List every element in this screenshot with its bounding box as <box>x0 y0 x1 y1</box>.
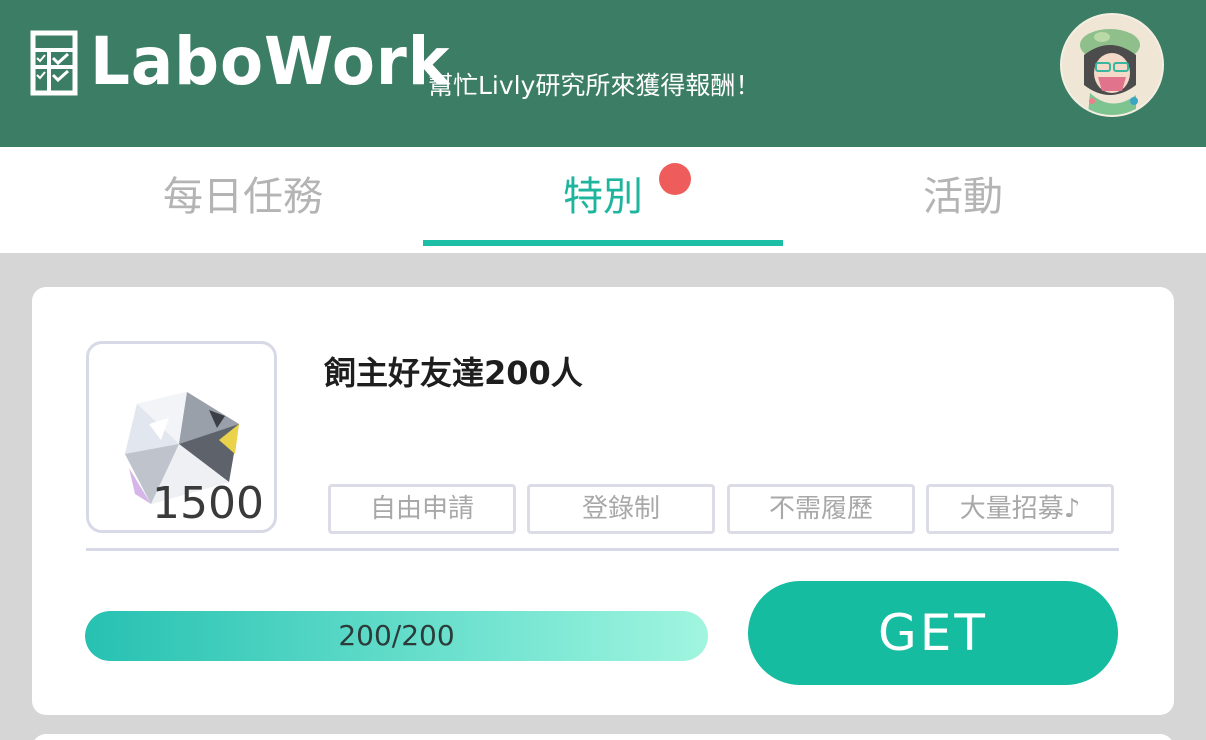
reward-box: 1500 <box>86 341 277 533</box>
get-reward-button[interactable]: GET <box>748 581 1118 685</box>
task-progress-bar: 200/200 <box>85 611 708 661</box>
card-divider <box>86 548 1119 551</box>
app-tagline: 幫忙Livly研究所來獲得報酬！ <box>428 71 761 100</box>
reward-amount: 1500 <box>152 478 264 529</box>
tab-special[interactable]: 特別 <box>423 147 783 253</box>
progress-text: 200/200 <box>338 619 455 652</box>
app-logo: LaboWork <box>90 23 451 100</box>
next-task-card <box>32 734 1174 740</box>
active-tab-indicator <box>423 240 783 246</box>
task-title: 飼主好友達200人 <box>324 354 583 392</box>
notification-badge <box>659 163 691 195</box>
checklist-icon <box>30 30 78 96</box>
user-avatar[interactable] <box>1060 13 1164 117</box>
app-header: LaboWork 幫忙Livly研究所來獲得報酬！ <box>0 0 1206 147</box>
tab-bar: 每日任務 特別 活動 <box>0 147 1206 253</box>
tab-events[interactable]: 活動 <box>783 147 1143 253</box>
tag-free-apply: 自由申請 <box>328 484 516 534</box>
tag-mass-recruit: 大量招募♪ <box>926 484 1114 534</box>
avatar-illustration <box>1062 15 1162 115</box>
tag-no-resume: 不需履歷 <box>727 484 915 534</box>
tab-daily-tasks[interactable]: 每日任務 <box>63 147 423 253</box>
tag-registration: 登錄制 <box>527 484 715 534</box>
